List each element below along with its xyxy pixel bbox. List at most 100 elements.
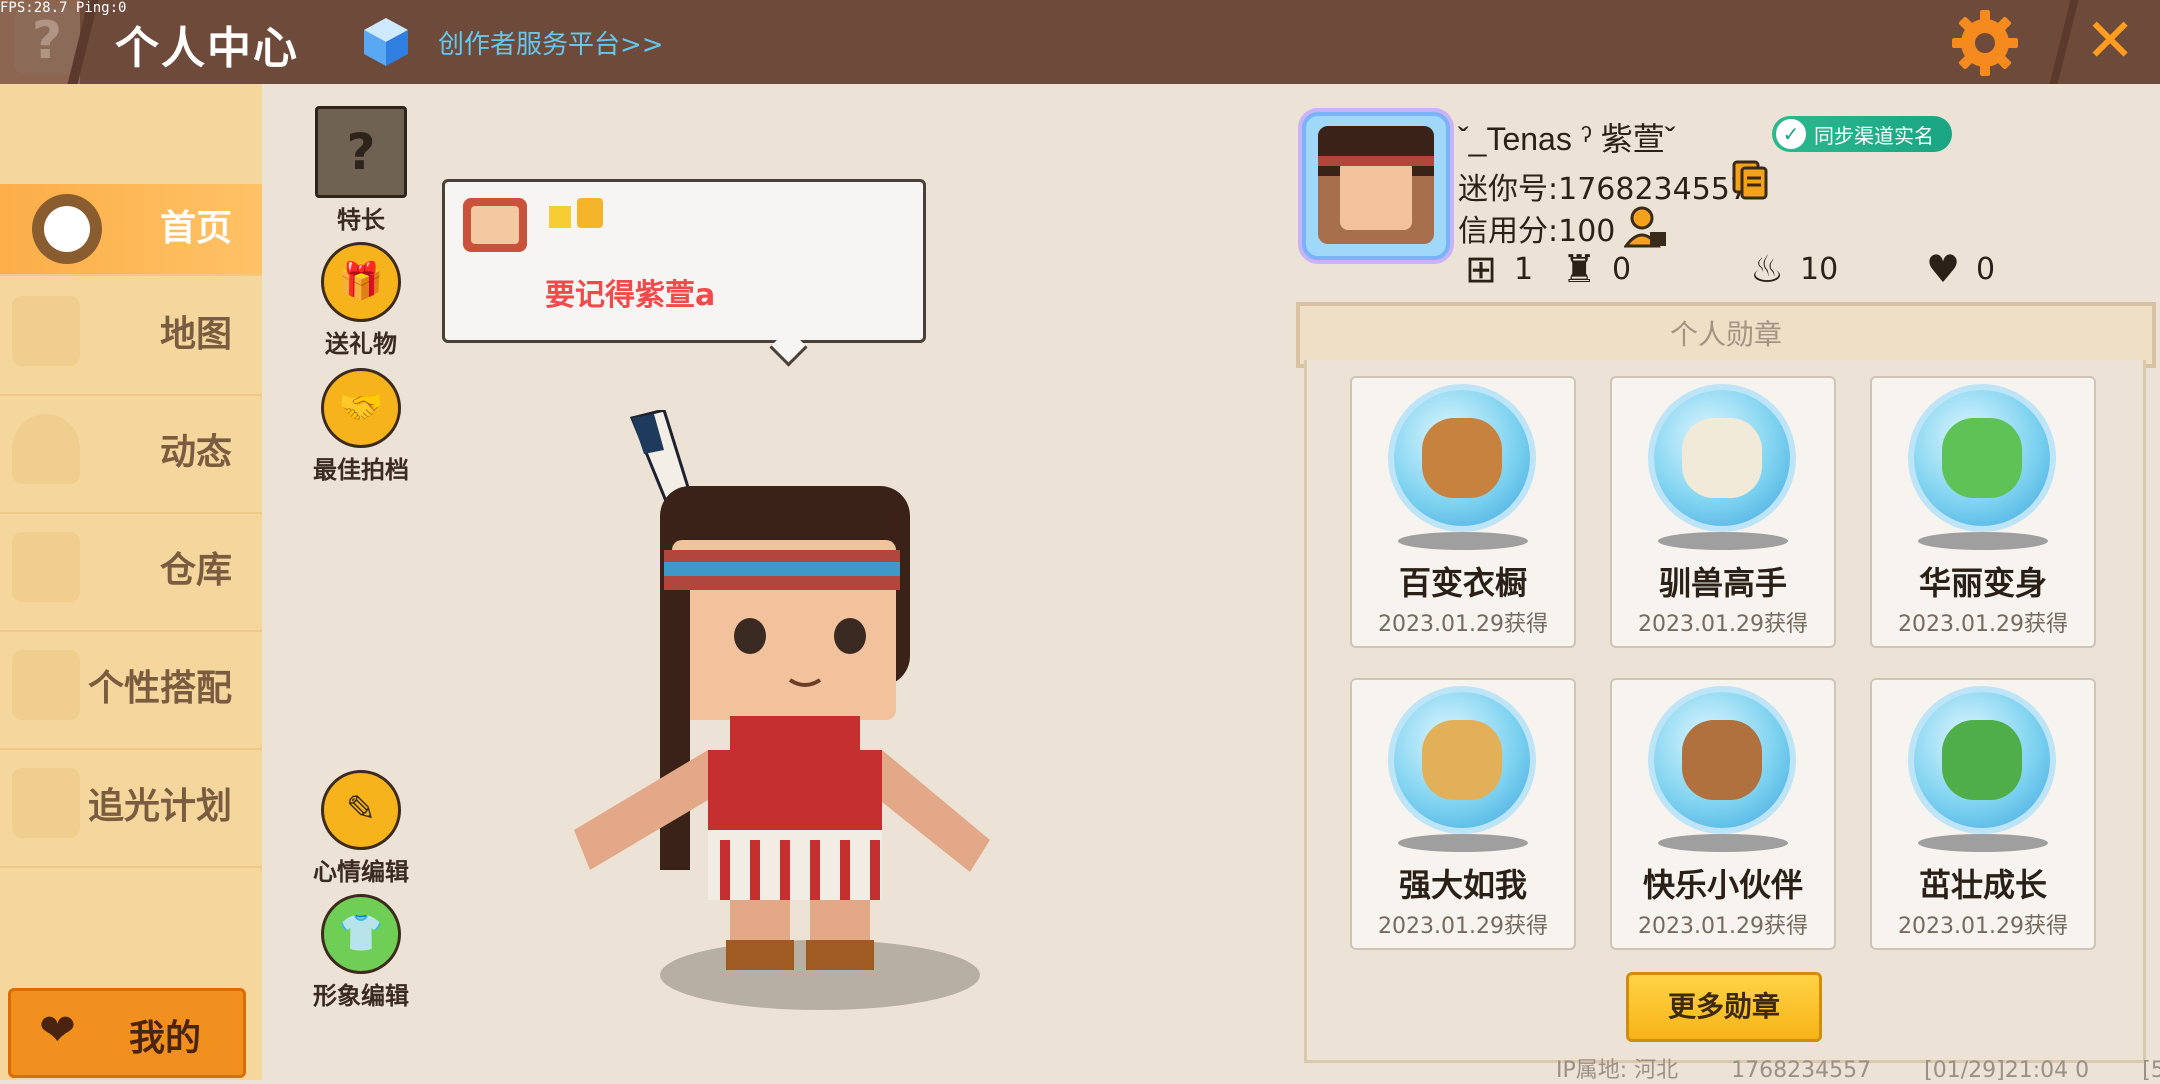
sidebar-item-label: 动态 (159, 432, 232, 473)
medal-pedestal (1918, 532, 2048, 550)
medal-icon (1654, 390, 1790, 526)
sidebar-item-label: 地图 (159, 314, 232, 355)
sidebar: 首页 地图 动态 仓库 个性搭配 追光计划 (0, 84, 262, 1080)
stat-value: 0 (1612, 252, 1632, 287)
sidebar-item-chase-light[interactable]: 追光计划 (0, 748, 262, 868)
medal-icon (1654, 692, 1790, 828)
edit-icon: ✎ (321, 770, 401, 850)
creator-platform-link[interactable]: 创作者服务平台>> (438, 24, 664, 61)
specialty-button[interactable]: ? 特长 (306, 106, 416, 235)
sidebar-item-outfit[interactable]: 个性搭配 (0, 630, 262, 750)
footer-uid: 1768234557 (1731, 1058, 1872, 1083)
medal-date: 2023.01.29获得 (1638, 612, 1808, 637)
sync-realname-button[interactable]: ✓ 同步渠道实名 (1772, 116, 1952, 152)
mood-bubble[interactable]: 要记得紫萱a (442, 179, 926, 367)
sidebar-item-label: 首页 (159, 208, 232, 249)
bookmark-icon: ⊞ (1465, 247, 1497, 291)
badge-icon (577, 198, 603, 228)
close-button[interactable]: ✕ (2085, 6, 2135, 76)
medal-pedestal (1398, 834, 1528, 852)
medal-name: 快乐小伙伴 (1642, 866, 1803, 904)
sidebar-item-label: 追光计划 (87, 786, 232, 827)
tool-label: 最佳拍档 (313, 456, 409, 484)
divider (2049, 0, 2079, 84)
medal-icon (1914, 692, 2050, 828)
medal-card[interactable]: 驯兽高手 2023.01.29获得 (1610, 376, 1836, 648)
sidebar-item-label: 个性搭配 (87, 668, 232, 709)
medal-name: 百变衣橱 (1398, 564, 1527, 602)
user-check-icon: ✓ (1776, 119, 1806, 149)
medal-card[interactable]: 茁壮成长 2023.01.29获得 (1870, 678, 2096, 950)
cube-icon[interactable] (362, 16, 410, 68)
medal-card[interactable]: 强大如我 2023.01.29获得 (1350, 678, 1576, 950)
mood-message: 要记得紫萱a (545, 278, 716, 313)
top-bar: ? 个人中心 创作者服务平台>> ✕ (0, 0, 2160, 84)
sidebar-item-map[interactable]: 地图 (0, 276, 262, 396)
medal-card[interactable]: 百变衣橱 2023.01.29获得 (1350, 376, 1576, 648)
mood-emoji-icon (463, 198, 527, 252)
medal-date: 2023.01.29获得 (1378, 914, 1548, 939)
footer-version: [58]1.23.0 (2142, 1058, 2160, 1083)
medal-pedestal (1918, 834, 2048, 852)
heart-icon: ♥ (1925, 247, 1961, 291)
stat-value: 0 (1976, 252, 1996, 287)
more-medals-label: 更多勋章 (1667, 990, 1780, 1023)
heart-icon: ❤ (39, 1005, 76, 1056)
username: ˇ_Tenas ˀ 紫萱ˇ (1458, 121, 1676, 157)
sidebar-item-warehouse[interactable]: 仓库 (0, 512, 262, 632)
tool-label: 送礼物 (325, 330, 397, 358)
question-box-icon: ? (315, 106, 407, 198)
year-badge-icon (549, 206, 571, 228)
medal-name: 强大如我 (1398, 866, 1527, 904)
medal-date: 2023.01.29获得 (1898, 612, 2068, 637)
medal-card[interactable]: 华丽变身 2023.01.29获得 (1870, 376, 2096, 648)
footer-time: [01/29]21:04 0 (1924, 1058, 2090, 1083)
medal-section-header: 个人勋章 (1296, 302, 2156, 368)
look-edit-button[interactable]: 👕 形象编辑 (306, 894, 416, 1011)
medal-icon (1394, 390, 1530, 526)
tool-label: 特长 (337, 206, 385, 234)
sync-label: 同步渠道实名 (1814, 124, 1934, 148)
ip-location: IP属地: 河北 (1556, 1058, 1679, 1083)
medal-icon (1394, 692, 1530, 828)
gear-icon[interactable] (1950, 8, 2020, 78)
medal-card[interactable]: 快乐小伙伴 2023.01.29获得 (1610, 678, 1836, 950)
medal-pedestal (1398, 532, 1528, 550)
flame-icon: ♨ (1749, 247, 1785, 291)
mine-button[interactable]: ❤ 我的 (8, 988, 246, 1078)
gift-icon: 🎁 (321, 242, 401, 322)
player-character[interactable] (560, 410, 1000, 1010)
medal-name: 华丽变身 (1918, 564, 2047, 602)
footer-status: IP属地: 河北 1768234557 [01/29]21:04 0 [58]1… (1556, 1052, 2160, 1084)
mine-label: 我的 (129, 1018, 202, 1059)
mini-id: 迷你号:1768234557 (1458, 172, 1749, 207)
person-info-icon[interactable] (1624, 204, 1668, 248)
medal-icon (1914, 390, 2050, 526)
credit-score: 信用分:100 (1458, 214, 1616, 249)
best-partner-button[interactable]: 🤝 最佳拍档 (306, 368, 416, 485)
tool-label: 心情编辑 (313, 858, 409, 886)
medal-date: 2023.01.29获得 (1638, 914, 1808, 939)
fans-icon: ♜ (1561, 247, 1597, 291)
help-button[interactable]: ? (14, 8, 80, 74)
more-medals-button[interactable]: 更多勋章 (1626, 972, 1822, 1042)
sidebar-item-home[interactable]: 首页 (0, 184, 262, 276)
medal-date: 2023.01.29获得 (1898, 914, 2068, 939)
handshake-icon: 🤝 (321, 368, 401, 448)
tool-label: 形象编辑 (313, 982, 409, 1010)
medal-section-title: 个人勋章 (1669, 318, 1782, 351)
medal-name: 驯兽高手 (1658, 564, 1787, 602)
copy-icon[interactable] (1732, 160, 1768, 200)
mood-edit-button[interactable]: ✎ 心情编辑 (306, 770, 416, 887)
avatar-image (1318, 126, 1434, 244)
medal-pedestal (1658, 834, 1788, 852)
sidebar-item-feed[interactable]: 动态 (0, 394, 262, 514)
page-title: 个人中心 (115, 23, 299, 74)
medal-name: 茁壮成长 (1918, 866, 2047, 904)
avatar[interactable] (1302, 112, 1450, 260)
send-gift-button[interactable]: 🎁 送礼物 (306, 242, 416, 359)
stat-value: 10 (1800, 252, 1839, 287)
medal-date: 2023.01.29获得 (1378, 612, 1548, 637)
medal-pedestal (1658, 532, 1788, 550)
outfit-edit-icon: 👕 (321, 894, 401, 974)
